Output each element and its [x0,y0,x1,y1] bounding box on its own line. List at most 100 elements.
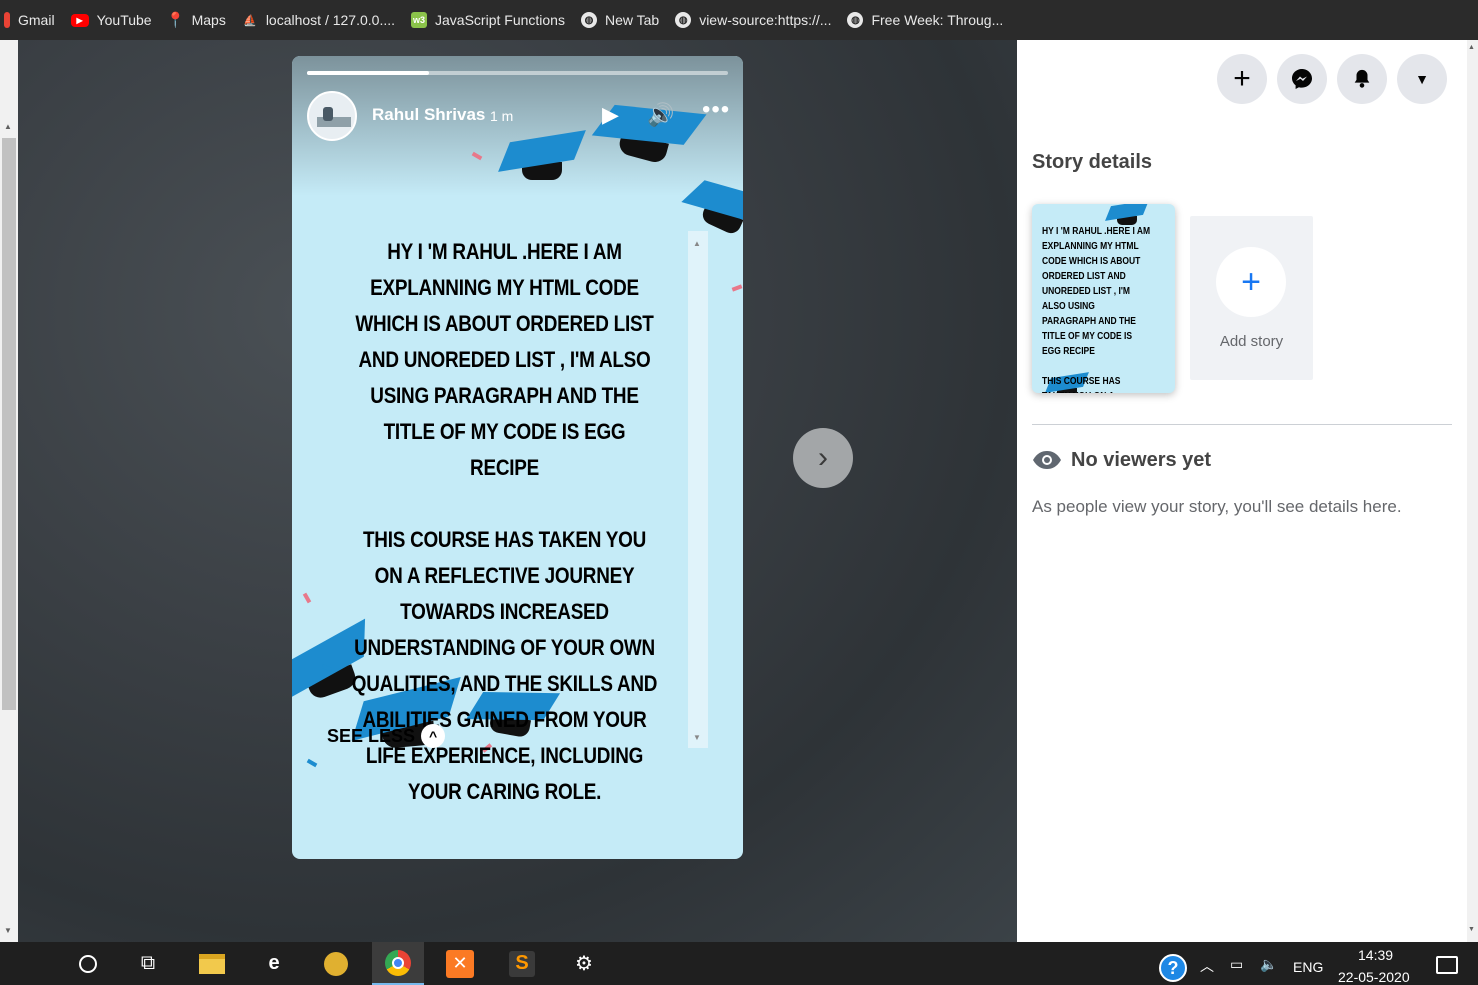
bookmark-gmail[interactable]: Gmail [4,4,65,36]
edge-icon: e [268,952,280,974]
chrome-icon [385,949,411,976]
globe-icon: ◍ [580,12,597,28]
play-icon[interactable]: ▶ [602,102,619,128]
folder-icon [199,953,225,974]
chrome-button[interactable] [372,942,424,985]
page-scrollbar[interactable]: ▲ ▼ [0,40,18,942]
clock-date[interactable]: 22-05-2020 [1338,969,1410,985]
w3schools-icon: w3 [411,12,428,28]
scroll-up-arrow-icon[interactable]: ▲ [693,239,701,248]
help-icon[interactable]: ? [1159,954,1187,982]
scroll-up-arrow-icon[interactable]: ▲ [4,122,12,131]
story-details-panel: + ▼ Story details HY I 'M RAHUL .HERE I … [1017,40,1467,942]
volume-icon[interactable]: 🔈 [1260,956,1277,973]
divider [1032,424,1452,425]
story-thumbnail[interactable]: HY I 'M RAHUL .HERE I AM EXPLANNING MY H… [1032,204,1175,393]
youtube-icon: ▶ [70,13,89,27]
chevron-up-icon[interactable]: ^ [421,724,446,748]
more-options-icon[interactable]: ••• [702,96,730,124]
add-story-label: Add story [1219,333,1284,350]
story-progress-bar [307,71,728,75]
story-details-title: Story details [1032,151,1153,173]
scroll-down-arrow-icon[interactable]: ▼ [693,733,701,742]
edge-button[interactable]: e [248,942,300,985]
clock-time[interactable]: 14:39 [1358,947,1393,963]
next-story-button[interactable]: › [793,428,853,488]
see-less-label: SEE LESS [327,725,416,746]
account-menu-button[interactable]: ▼ [1397,54,1447,104]
task-view-button[interactable]: ⧉ [122,942,174,985]
xampp-icon: ✕ [446,949,474,978]
scroll-down-arrow-icon[interactable]: ▼ [1468,926,1475,933]
story-text-scrollbar[interactable]: ▲ ▼ [688,231,708,748]
bookmark-view-source[interactable]: ◍ view-source:https://... [673,4,841,36]
task-view-icon: ⧉ [140,952,156,974]
volume-icon[interactable]: 🔊 [647,102,674,128]
confetti [306,758,318,768]
confetti [731,284,743,292]
bookmark-youtube[interactable]: ▶ YouTube [69,4,162,36]
bookmark-label: JavaScript Functions [435,12,565,28]
story-timestamp: 1 m [490,108,514,124]
bookmark-label: Maps [191,12,226,28]
caret-down-icon: ▼ [1415,71,1429,87]
settings-button[interactable]: ⚙ [558,942,610,985]
battery-icon[interactable]: ▭ [1230,956,1243,973]
globe-icon: ◍ [675,12,692,28]
viewers-title: No viewers yet [1071,449,1212,471]
bookmark-maps[interactable]: 📍 Maps [166,4,236,36]
language-indicator[interactable]: ENG [1293,959,1323,975]
gear-icon: ⚙ [575,953,593,975]
bookmark-label: view-source:https://... [699,12,832,28]
gmail-icon [4,12,10,28]
xampp-button[interactable]: ✕ [434,942,486,985]
messenger-button[interactable] [1277,54,1327,104]
avatar[interactable] [307,91,357,141]
messenger-icon [1292,69,1312,89]
bell-icon [1354,69,1370,88]
bookmark-label: YouTube [96,12,152,28]
graduation-cap-icon [1105,204,1149,225]
panel-scrollbar[interactable]: ▲ ▼ [1467,40,1478,942]
scrollbar-thumb[interactable] [2,138,16,710]
confetti [302,592,312,604]
viewers-description: As people view your story, you'll see de… [1032,497,1402,516]
sublime-text-button[interactable]: S [496,942,548,985]
bookmark-javascript-functions[interactable]: w3 JavaScript Functions [409,4,575,36]
story-card[interactable]: Rahul Shrivas 1 m ▶ 🔊 ••• HY I 'M RAHUL … [292,56,743,859]
bookmark-free-week[interactable]: ◍ Free Week: Throug... [845,4,1013,36]
see-less-button[interactable]: SEE LESS ^ [327,724,446,748]
bookmark-new-tab[interactable]: ◍ New Tab [579,4,669,36]
notification-center-icon[interactable] [1436,956,1458,974]
file-explorer-button[interactable] [186,942,238,985]
notifications-button[interactable] [1337,54,1387,104]
plus-icon: + [1233,62,1251,95]
bookmark-label: localhost / 127.0.0.... [265,12,396,28]
sublime-icon: S [509,950,535,977]
bookmark-label: Free Week: Throug... [871,12,1004,28]
bookmark-label: New Tab [604,12,660,28]
story-progress-fill [307,71,430,75]
scroll-down-arrow-icon[interactable]: ▼ [4,926,12,935]
search-circle-icon [79,954,97,973]
story-thumbnail-text: HY I 'M RAHUL .HERE I AM EXPLANNING MY H… [1042,226,1151,393]
bookmark-localhost[interactable]: ⛵ localhost / 127.0.0.... [240,4,405,36]
app-button[interactable] [310,942,362,985]
graduation-cap-icon [498,130,586,180]
windows-taskbar: ⧉ e ✕ S ⚙ [0,942,1478,985]
globe-icon: ◍ [847,12,864,28]
maps-icon: 📍 [166,12,185,29]
bookmarks-bar: Gmail ▶ YouTube 📍 Maps ⛵ localhost / 127.0.… [0,0,1478,40]
chevron-up-icon[interactable]: ︿ [1200,956,1214,976]
add-story-button[interactable]: + Add story [1190,216,1313,380]
cortana-search-button[interactable] [62,942,114,985]
story-author-name[interactable]: Rahul Shrivas [372,105,485,125]
chevron-right-icon: › [818,441,828,474]
bookmark-label: Gmail [18,12,55,28]
plus-icon: + [1216,247,1286,317]
app-icon [324,951,348,976]
scroll-up-arrow-icon[interactable]: ▲ [1468,44,1475,51]
eye-icon [1033,451,1061,469]
phpmyadmin-icon: ⛵ [242,14,257,27]
create-button[interactable]: + [1217,54,1267,104]
